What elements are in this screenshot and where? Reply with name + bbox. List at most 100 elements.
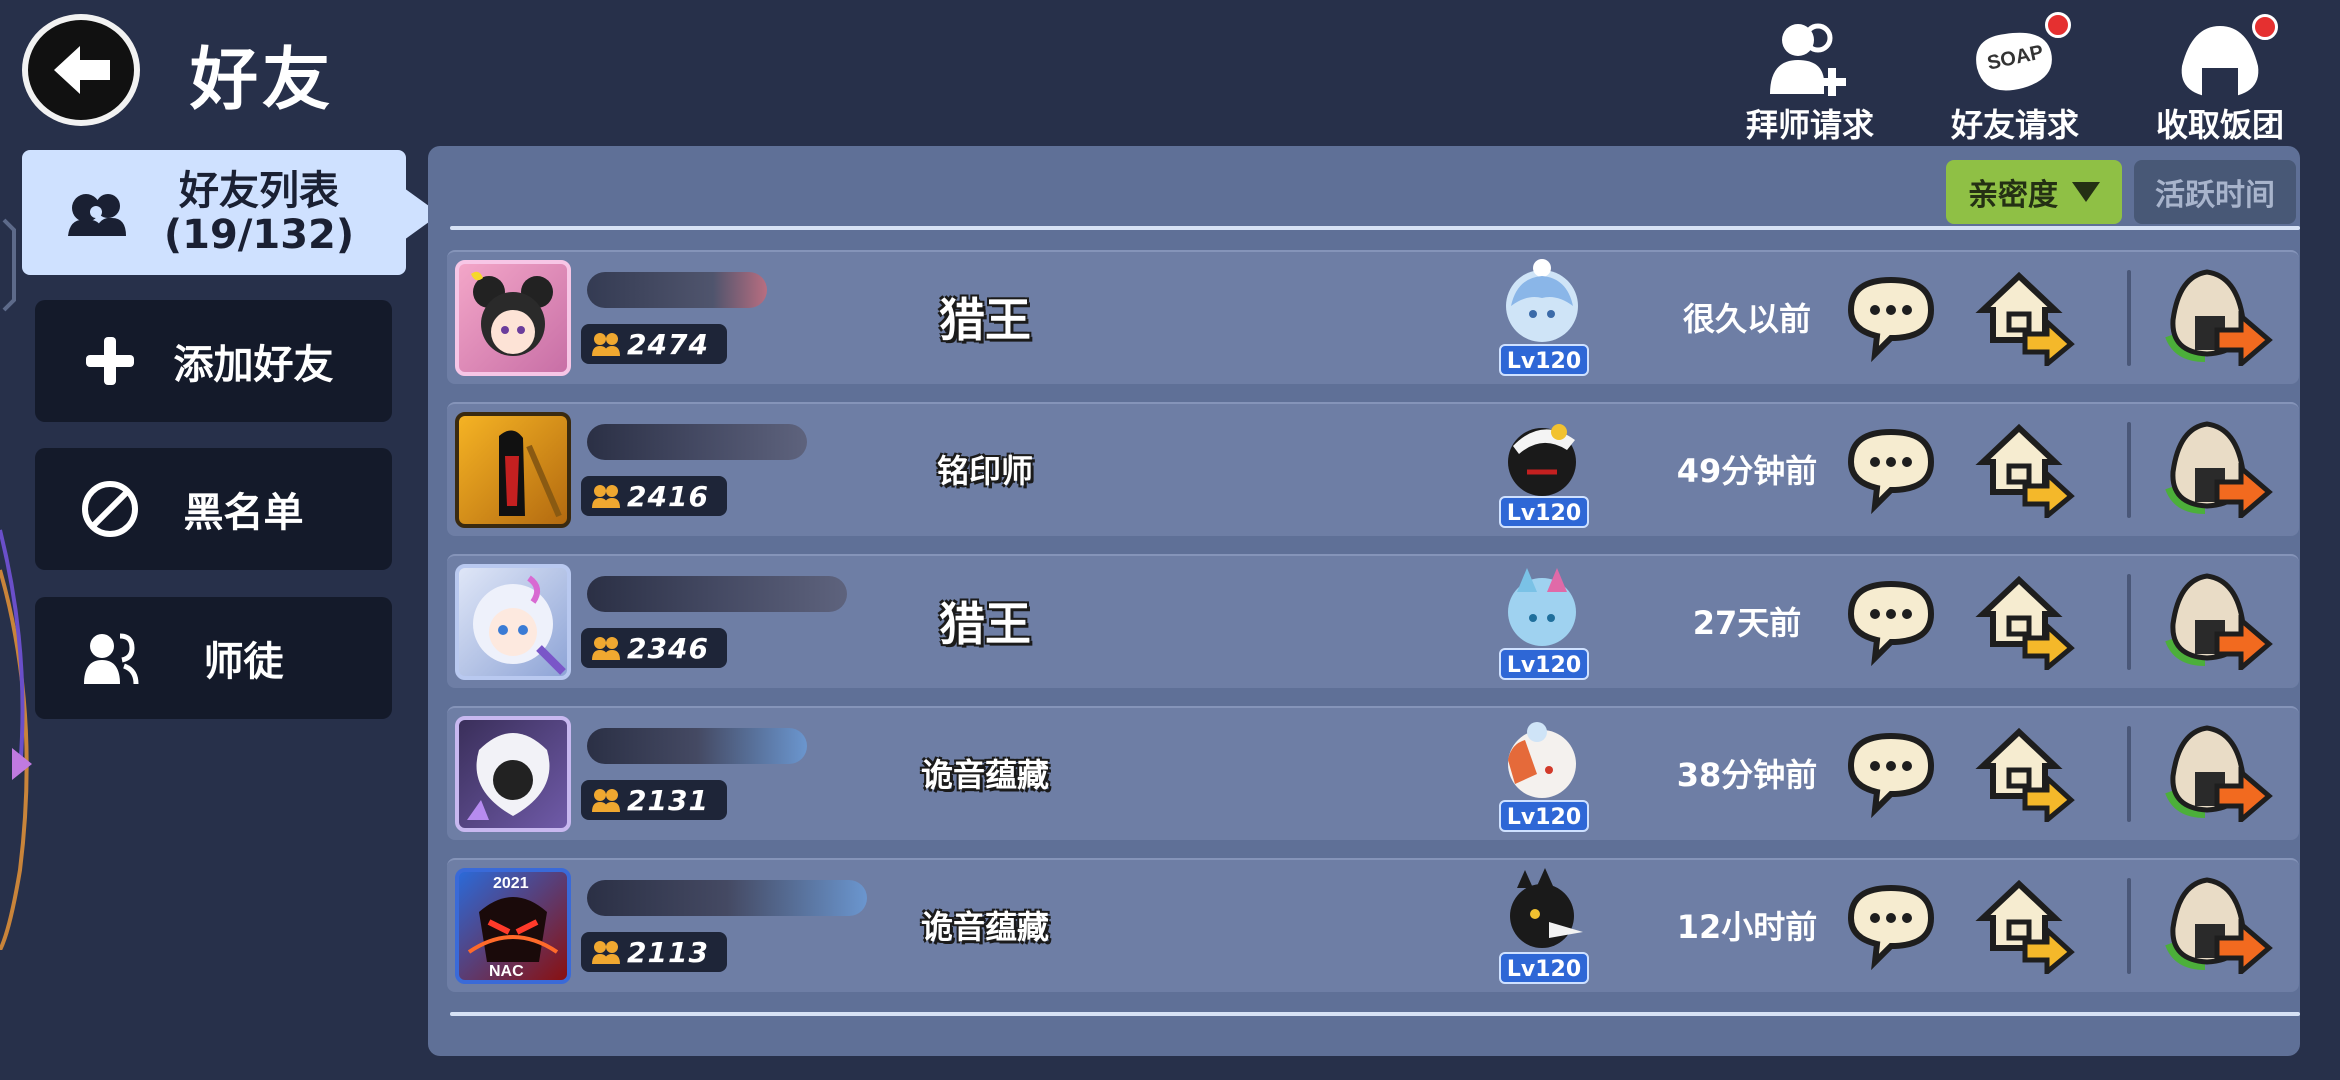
avatar-year-text: 2021: [493, 875, 529, 892]
friend-name-blurred: [587, 728, 807, 764]
friend-row[interactable]: 2346 猎王 Lv120 27天前: [447, 554, 2299, 688]
power-icon: [592, 333, 620, 356]
pet-level-badge: Lv120: [1499, 648, 1589, 680]
friend-power: 2346: [581, 628, 727, 668]
power-value: 2113: [627, 935, 709, 969]
page-title: 好友: [190, 41, 335, 120]
sort-intimacy-label: 亲密度: [1968, 178, 2058, 213]
sort-activity-button[interactable]: 活跃时间: [2134, 160, 2296, 224]
pet-avatar-icon: [1508, 424, 1576, 496]
dropdown-triangle-icon: [2072, 182, 2100, 202]
avatar-character-icon: 2021 NAC: [467, 875, 559, 980]
friend-row[interactable]: 2416 铭印师 Lv120 49分钟前: [447, 402, 2299, 536]
chat-bubble-icon[interactable]: [1841, 874, 1941, 974]
power-value: 2131: [627, 783, 709, 817]
last-active-time: 很久以前: [1682, 300, 1811, 338]
row-divider: [2127, 422, 2131, 518]
tab-mentor[interactable]: 师徒: [35, 597, 392, 719]
pet-level-badge: Lv120: [1499, 800, 1589, 832]
tab-friend-list[interactable]: 好友列表 (19/132): [22, 150, 406, 275]
visit-home-icon[interactable]: [1975, 418, 2075, 518]
row-divider: [2127, 270, 2131, 366]
power-icon: [592, 485, 620, 508]
friends-list-icon: [68, 193, 126, 236]
pet-avatar-icon: [1506, 259, 1578, 342]
power-icon: [592, 637, 620, 660]
send-rice-ball-icon[interactable]: [2157, 722, 2277, 822]
chat-bubble-icon[interactable]: [1841, 570, 1941, 670]
chat-bubble-icon[interactable]: [1841, 418, 1941, 518]
avatar-character-icon: [471, 271, 553, 356]
collect-rice-ball-button[interactable]: 收取饭团: [2120, 12, 2320, 144]
mentor-icon: [84, 633, 139, 685]
power-value: 2346: [627, 631, 709, 665]
sort-intimacy-button[interactable]: 亲密度: [1946, 160, 2122, 224]
title-badge-text: 猎王: [939, 293, 1031, 347]
avatar-character-icon: [499, 430, 562, 518]
panel-divider: [450, 226, 2300, 230]
friend-avatar[interactable]: 2021 NAC: [455, 868, 571, 984]
send-rice-ball-icon[interactable]: [2157, 266, 2277, 366]
power-icon: [592, 941, 620, 964]
friend-request-button[interactable]: SOAP 好友请求: [1915, 12, 2115, 144]
friend-name-blurred: [587, 880, 867, 916]
pet-level-badge: Lv120: [1499, 952, 1589, 984]
visit-home-icon[interactable]: [1975, 266, 2075, 366]
add-mentor-icon: [1770, 23, 1846, 96]
back-button[interactable]: [22, 14, 140, 126]
tab-add-friend[interactable]: 添加好友: [35, 300, 392, 422]
title-badge: 铭印师: [903, 434, 1067, 504]
avatar-tag-text: NAC: [489, 963, 524, 980]
tab-blacklist[interactable]: 黑名单: [35, 448, 392, 570]
visit-home-icon[interactable]: [1975, 874, 2075, 974]
chat-bubble-icon[interactable]: [1841, 266, 1941, 366]
friend-power: 2416: [581, 476, 727, 516]
avatar-character-icon: [473, 575, 566, 675]
friend-avatar[interactable]: [455, 564, 571, 680]
pet-level-badge: Lv120: [1499, 496, 1589, 528]
title-badge: 猎王: [903, 282, 1067, 352]
collect-rice-ball-label: 收取饭团: [2155, 106, 2284, 144]
mentor-request-label: 拜师请求: [1745, 106, 1874, 144]
title-badge-text: 猎王: [939, 597, 1031, 651]
tab-add-friend-label: 添加好友: [173, 342, 334, 388]
notification-dot: [2252, 14, 2278, 40]
ban-icon: [82, 481, 138, 537]
send-rice-ball-icon[interactable]: [2157, 418, 2277, 518]
friend-row[interactable]: 2021 NAC 2113 诡音蕴藏 Lv120 12小时前: [447, 858, 2299, 992]
last-active-time: 49分钟前: [1676, 452, 1818, 490]
sort-activity-label: 活跃时间: [2155, 178, 2275, 213]
visit-home-icon[interactable]: [1975, 570, 2075, 670]
title-badge: 诡音蕴藏: [903, 738, 1067, 808]
tab-friend-list-label: 好友列表: [179, 167, 339, 214]
visit-home-icon[interactable]: [1975, 722, 2075, 822]
title-badge: 猎王: [903, 586, 1067, 656]
friend-avatar[interactable]: [455, 412, 571, 528]
tab-blacklist-label: 黑名单: [183, 490, 304, 536]
pet-avatar-icon: [1510, 868, 1583, 948]
plus-icon: [86, 337, 134, 385]
friend-avatar[interactable]: [455, 260, 571, 376]
title-badge: 诡音蕴藏: [903, 890, 1067, 960]
friend-power: 2474: [581, 324, 727, 364]
send-rice-ball-icon[interactable]: [2157, 570, 2277, 670]
title-badge-text: 诡音蕴藏: [920, 908, 1049, 946]
power-value: 2416: [627, 479, 709, 513]
power-icon: [592, 789, 620, 812]
friend-row[interactable]: 2474 猎王 Lv120 很久以前: [447, 250, 2299, 384]
send-rice-ball-icon[interactable]: [2157, 874, 2277, 974]
tab-mentor-label: 师徒: [203, 639, 284, 685]
last-active-time: 12小时前: [1676, 908, 1818, 946]
panel-divider-bottom: [450, 1012, 2300, 1016]
row-divider: [2127, 726, 2131, 822]
notification-dot: [2045, 12, 2071, 38]
friend-name-blurred: [587, 576, 847, 612]
row-divider: [2127, 574, 2131, 670]
chat-bubble-icon[interactable]: [1841, 722, 1941, 822]
mentor-request-button[interactable]: 拜师请求: [1710, 12, 1910, 144]
pet-level-badge: Lv120: [1499, 344, 1589, 376]
friend-row[interactable]: 2131 诡音蕴藏 Lv120 38分钟前: [447, 706, 2299, 840]
friend-name-blurred: [587, 272, 767, 308]
friend-avatar[interactable]: [455, 716, 571, 832]
friend-count: (19/132): [163, 211, 355, 258]
